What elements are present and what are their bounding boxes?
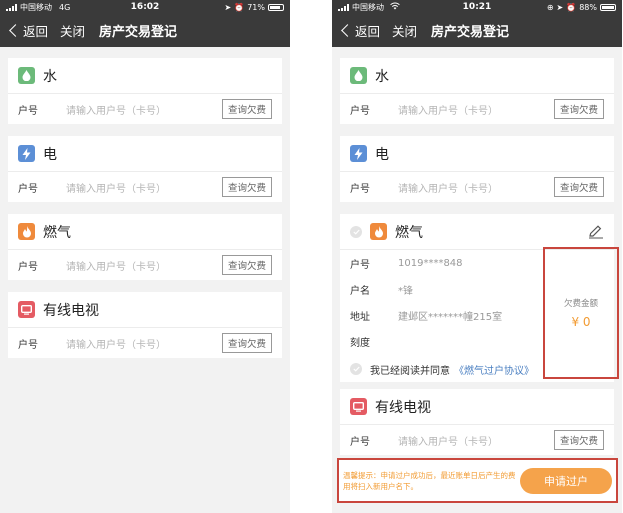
tv-query-button[interactable]: 查询欠费 (553, 430, 604, 450)
gas-query-button[interactable]: 查询欠费 (221, 255, 272, 275)
agreement-text: 我已经阅读并同意 (370, 365, 450, 377)
bottom-action-bar: 温馨提示：申请过户成功后，最近账单日后产生的费用将扫入新用户名下。 申请过户 (337, 458, 618, 503)
app-header: 中国移动 10:21 ⊕ ➤ ⏰ 88% 返回 关闭 房产交易登记 (332, 0, 622, 47)
status-time: 10:21 (462, 2, 492, 12)
water-card-header: 水 (8, 58, 282, 94)
flame-icon (18, 223, 35, 240)
apply-transfer-button[interactable]: 申请过户 (520, 467, 612, 494)
battery-level (270, 5, 280, 9)
nav-bar: 返回 关闭 房产交易登记 (332, 14, 622, 47)
electric-query-button[interactable]: 查询欠费 (221, 177, 272, 197)
gas-select-checkbox[interactable] (350, 225, 362, 238)
nav-bar: 返回 关闭 房产交易登记 (0, 14, 290, 47)
battery-icon (268, 3, 284, 11)
electric-title: 电 (375, 146, 389, 163)
close-button[interactable]: 关闭 (392, 21, 417, 40)
account-label: 户号 (350, 183, 370, 195)
gas-account-input[interactable]: 请输入用户号（卡号） (66, 258, 222, 273)
app-header: 中国移动 4G 16:02 ➤ ⏰ 71% 返回 关闭 房产交易登记 (0, 0, 290, 47)
tv-account-input[interactable]: 请输入用户号（卡号） (66, 336, 222, 351)
gas-card-header: 燃气 (8, 214, 282, 250)
gas-transfer-agreement-link[interactable]: 《燃气过户协议》 (454, 362, 534, 377)
tv-icon (18, 301, 35, 318)
tv-account-row: 户号 请输入用户号（卡号） 查询欠费 (8, 328, 282, 358)
tv-title: 有线电视 (375, 399, 431, 416)
gas-row-label: 刻度 (350, 337, 370, 349)
gas-card: 燃气 户号 请输入用户号（卡号） 查询欠费 (8, 214, 282, 280)
water-query-button[interactable]: 查询欠费 (221, 99, 272, 119)
reminder-text: 温馨提示：申请过户成功后，最近账单日后产生的费用将扫入新用户名下。 (343, 470, 516, 491)
debt-amount-box: 欠费金额 ¥ 0 (543, 247, 619, 379)
battery-icon (600, 3, 616, 11)
agreement-checkbox[interactable] (350, 363, 362, 375)
debt-amount-value: ¥ 0 (571, 315, 591, 329)
back-button[interactable]: 返回 (8, 21, 48, 40)
water-card-header: 水 (340, 58, 614, 94)
gas-title: 燃气 (43, 224, 71, 241)
gas-title: 燃气 (395, 224, 423, 241)
status-time: 16:02 (130, 2, 160, 12)
electric-query-button[interactable]: 查询欠费 (553, 177, 604, 197)
water-drop-icon (350, 67, 367, 84)
gas-card-header: 燃气 (340, 214, 614, 250)
battery-level (602, 5, 615, 9)
water-query-button[interactable]: 查询欠费 (553, 99, 604, 119)
page-title: 房产交易登记 (431, 25, 510, 40)
gas-account-row: 户号 请输入用户号（卡号） 查询欠费 (8, 250, 282, 280)
gas-row-label: 户号 (350, 259, 370, 271)
tv-card: 有线电视 户号 请输入用户号（卡号） 查询欠费 (340, 389, 614, 455)
electric-card-header: 电 (8, 136, 282, 172)
back-label: 返回 (355, 24, 381, 39)
account-label: 户号 (350, 105, 370, 117)
electric-account-input[interactable]: 请输入用户号（卡号） (398, 180, 554, 195)
lightning-icon (18, 145, 35, 162)
electric-title: 电 (43, 146, 57, 163)
account-label: 户号 (350, 436, 370, 448)
gas-row-label: 地址 (350, 311, 370, 323)
lightning-icon (350, 145, 367, 162)
water-card: 水 户号 请输入用户号（卡号） 查询欠费 (8, 58, 282, 124)
edit-pencil-icon[interactable] (588, 224, 604, 243)
electric-account-row: 户号 请输入用户号（卡号） 查询欠费 (8, 172, 282, 202)
water-account-input[interactable]: 请输入用户号（卡号） (398, 102, 554, 117)
account-label: 户号 (18, 105, 38, 117)
debt-amount-label: 欠费金额 (563, 299, 598, 309)
tv-title: 有线电视 (43, 302, 99, 319)
water-account-row: 户号 请输入用户号（卡号） 查询欠费 (8, 94, 282, 124)
account-label: 户号 (18, 261, 38, 273)
chevron-left-icon (341, 24, 354, 37)
water-account-input[interactable]: 请输入用户号（卡号） (66, 102, 222, 117)
tv-account-row: 户号 请输入用户号（卡号） 查询欠费 (340, 425, 614, 455)
flame-icon (370, 223, 387, 240)
back-label: 返回 (23, 24, 49, 39)
tv-card-header: 有线电视 (340, 389, 614, 425)
electric-card: 电 户号 请输入用户号（卡号） 查询欠费 (340, 136, 614, 202)
electric-account-input[interactable]: 请输入用户号（卡号） (66, 180, 222, 195)
close-button[interactable]: 关闭 (60, 21, 85, 40)
electric-card-header: 电 (340, 136, 614, 172)
chevron-left-icon (9, 24, 22, 37)
water-account-row: 户号 请输入用户号（卡号） 查询欠费 (340, 94, 614, 124)
account-label: 户号 (18, 339, 38, 351)
status-bar: 中国移动 4G 16:02 ➤ ⏰ 71% (0, 0, 290, 14)
tv-card-header: 有线电视 (8, 292, 282, 328)
tv-account-input[interactable]: 请输入用户号（卡号） (398, 433, 554, 448)
tv-query-button[interactable]: 查询欠费 (221, 333, 272, 353)
tv-icon (350, 398, 367, 415)
water-title: 水 (43, 68, 57, 85)
phone-screen-left: 中国移动 4G 16:02 ➤ ⏰ 71% 返回 关闭 房产交易登记 水 户号 (0, 0, 290, 513)
status-bar: 中国移动 10:21 ⊕ ➤ ⏰ 88% (332, 0, 622, 14)
gas-row-label: 户名 (350, 285, 370, 297)
page-title: 房产交易登记 (99, 25, 178, 40)
phone-screen-right: 中国移动 10:21 ⊕ ➤ ⏰ 88% 返回 关闭 房产交易登记 水 户号 请… (332, 0, 622, 513)
electric-account-row: 户号 请输入用户号（卡号） 查询欠费 (340, 172, 614, 202)
water-drop-icon (18, 67, 35, 84)
electric-card: 电 户号 请输入用户号（卡号） 查询欠费 (8, 136, 282, 202)
back-button[interactable]: 返回 (340, 21, 380, 40)
tv-card: 有线电视 户号 请输入用户号（卡号） 查询欠费 (8, 292, 282, 358)
account-label: 户号 (18, 183, 38, 195)
water-card: 水 户号 请输入用户号（卡号） 查询欠费 (340, 58, 614, 124)
water-title: 水 (375, 68, 389, 85)
